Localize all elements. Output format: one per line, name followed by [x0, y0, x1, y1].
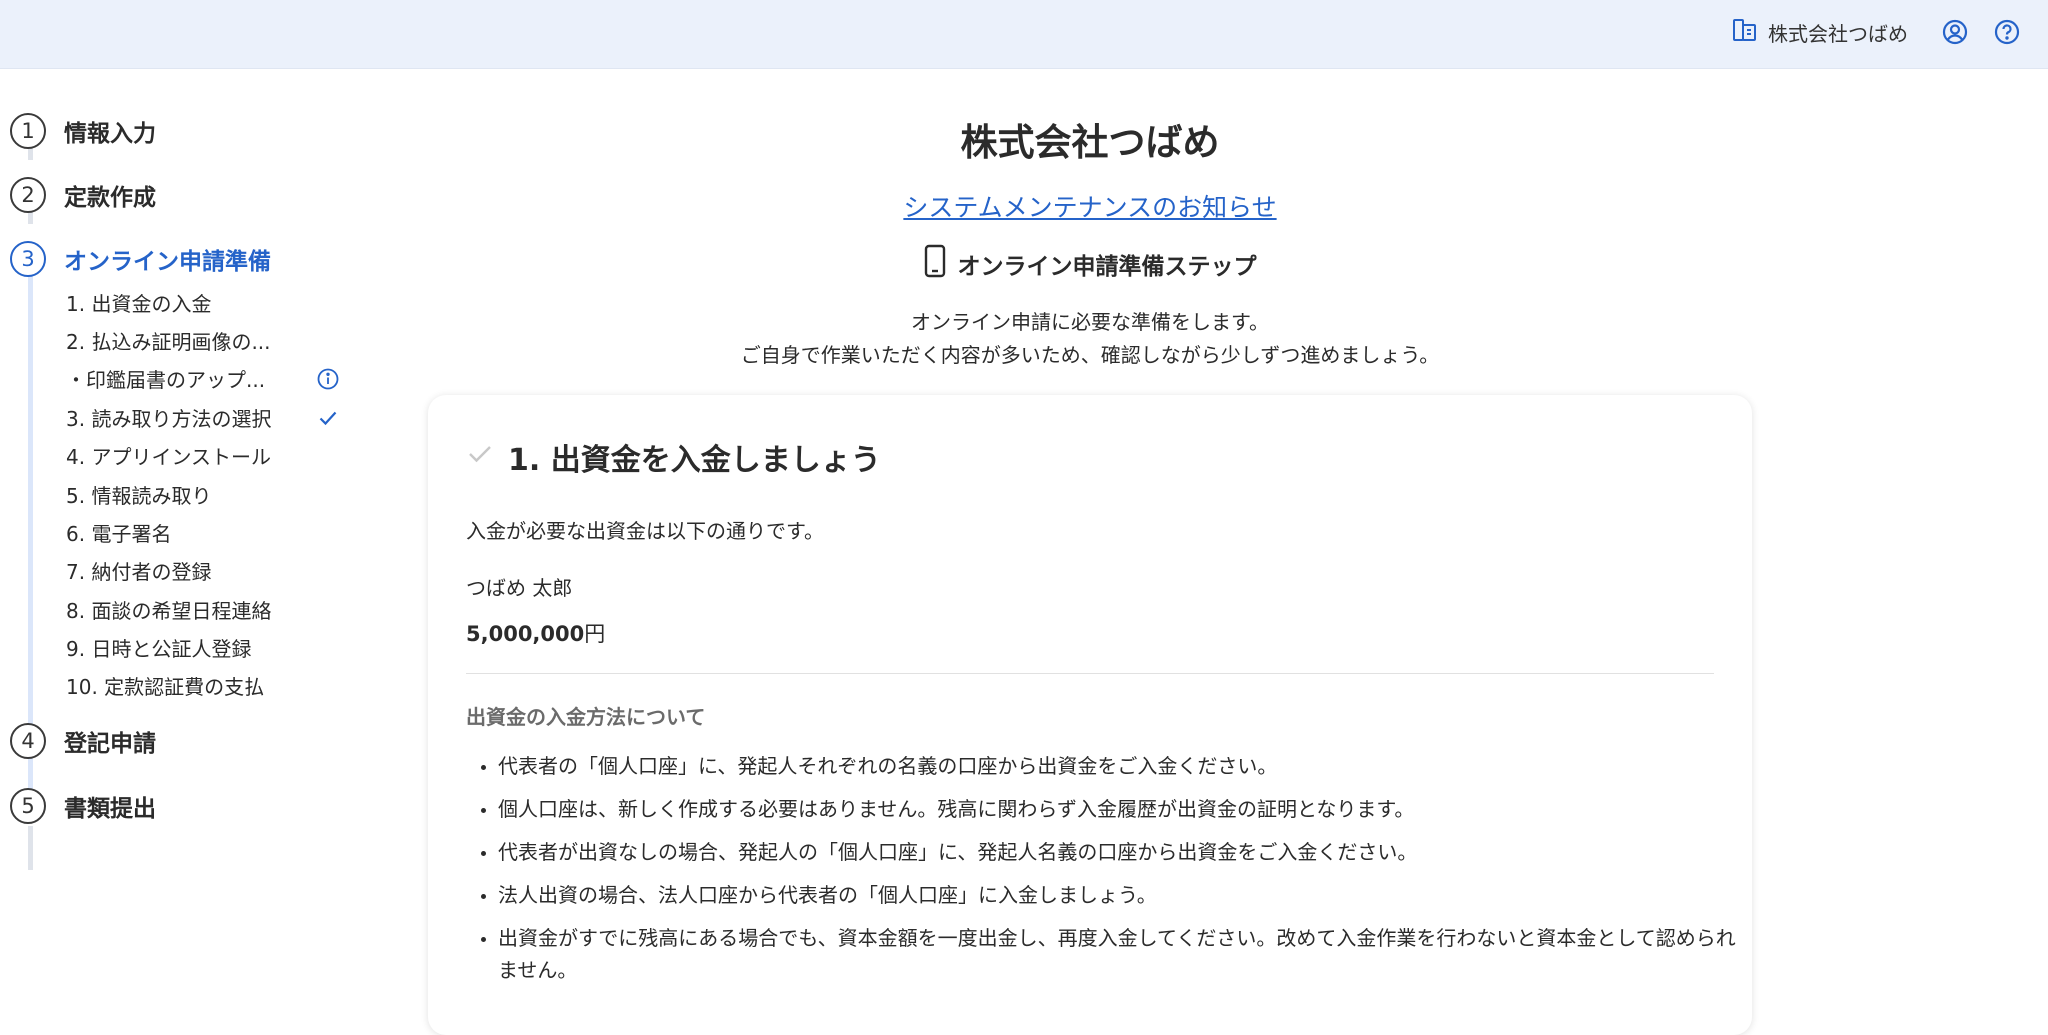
step-4[interactable]: 4 登記申請: [10, 723, 156, 759]
amount-unit: 円: [584, 622, 606, 646]
investor-name: つばめ 太郎: [466, 576, 573, 600]
maintenance-notice: システムメンテナンスのお知らせ: [430, 188, 1750, 224]
substep-certification-fee[interactable]: 10. 定款認証費の支払: [66, 671, 264, 700]
deposit-instructions: 代表者の「個人口座」に、発起人それぞれの名義の口座から出資金をご入金ください。 …: [466, 750, 1746, 997]
substep-read-method[interactable]: 3. 読み取り方法の選択: [66, 403, 271, 432]
rail-segment: [28, 826, 33, 870]
step-number: 1: [10, 113, 46, 149]
page-title: 株式会社つばめ: [960, 121, 1220, 164]
intro-line: ご自身で作業いただく内容が多いため、確認しながら少しずつ進めましょう。: [740, 343, 1440, 367]
list-item: 出資金がすでに残高にある場合でも、資本金額を一度出金し、再度入金してください。改…: [498, 922, 1746, 986]
check-icon: [466, 439, 494, 475]
substep-payment-proof[interactable]: 2. 払込み証明画像の...: [66, 326, 271, 355]
rail-segment: [28, 246, 33, 796]
list-item: 法人出資の場合、法人口座から代表者の「個人口座」に入金しましょう。: [498, 879, 1746, 911]
step-1[interactable]: 1 情報入力: [10, 113, 156, 149]
deposit-card: 1. 出資金を入金しましょう 入金が必要な出資金は以下の通りです。 つばめ 太郎…: [428, 395, 1752, 1035]
substep-info-reading[interactable]: 5. 情報読み取り: [66, 480, 211, 509]
progress-sidebar: 1 情報入力 2 定款作成 3 オンライン申請準備 1. 出資金の入金 2. 払…: [0, 68, 380, 997]
step-number: 2: [10, 177, 46, 213]
step-label: 登記申請: [64, 731, 156, 757]
intro-line: オンライン申請に必要な準備をします。: [911, 310, 1269, 334]
card-title: 1. 出資金を入金しましょう: [466, 435, 881, 479]
intro-text: オンライン申請に必要な準備をします。 ご自身で作業いただく内容が多いため、確認し…: [430, 306, 1750, 372]
card-lead: 入金が必要な出資金は以下の通りです。: [466, 519, 824, 543]
substep-deposit[interactable]: 1. 出資金の入金: [66, 288, 211, 317]
check-icon: [316, 406, 340, 430]
step-2[interactable]: 2 定款作成: [10, 177, 156, 213]
section-heading-text: オンライン申請準備ステップ: [957, 254, 1257, 280]
company-switcher[interactable]: 株式会社つばめ: [1732, 16, 1908, 48]
section-heading: オンライン申請準備ステップ: [430, 244, 1750, 284]
step-label: 定款作成: [64, 185, 156, 211]
substep-notary-registration[interactable]: 9. 日時と公証人登録: [66, 633, 251, 662]
maintenance-notice-link[interactable]: システムメンテナンスのお知らせ: [903, 193, 1276, 222]
step-number: 3: [10, 241, 46, 277]
card-title-text: 1. 出資金を入金しましょう: [508, 443, 881, 478]
step-number: 4: [10, 723, 46, 759]
substep-seal-upload[interactable]: ・印鑑届書のアップ...: [66, 364, 265, 393]
account-icon[interactable]: [1941, 18, 1969, 46]
amount-value: 5,000,000: [466, 622, 585, 646]
step-number: 5: [10, 788, 46, 824]
substep-payer-registration[interactable]: 7. 納付者の登録: [66, 556, 211, 585]
step-5[interactable]: 5 書類提出: [10, 788, 156, 824]
help-icon[interactable]: [1993, 18, 2021, 46]
top-header: 株式会社つばめ: [0, 0, 2048, 69]
divider: [466, 673, 1714, 674]
smartphone-icon: [924, 244, 946, 284]
substep-interview-schedule[interactable]: 8. 面談の希望日程連絡: [66, 595, 271, 624]
company-name: 株式会社つばめ: [1768, 21, 1908, 46]
list-item: 個人口座は、新しく作成する必要はありません。残高に関わらず入金履歴が出資金の証明…: [498, 793, 1746, 825]
step-label: オンライン申請準備: [64, 249, 271, 275]
investment-amount: 5,000,000円: [466, 618, 605, 648]
company-icon: [1732, 17, 1758, 48]
info-icon: [316, 367, 340, 391]
substep-app-install[interactable]: 4. アプリインストール: [66, 441, 271, 470]
substep-e-signature[interactable]: 6. 電子署名: [66, 518, 171, 547]
step-label: 書類提出: [64, 796, 156, 822]
step-label: 情報入力: [64, 121, 156, 147]
deposit-method-heading: 出資金の入金方法について: [466, 705, 706, 729]
list-item: 代表者の「個人口座」に、発起人それぞれの名義の口座から出資金をご入金ください。: [498, 750, 1746, 782]
step-3[interactable]: 3 オンライン申請準備: [10, 241, 271, 277]
list-item: 代表者が出資なしの場合、発起人の「個人口座」に、発起人名義の口座から出資金をご入…: [498, 836, 1746, 868]
